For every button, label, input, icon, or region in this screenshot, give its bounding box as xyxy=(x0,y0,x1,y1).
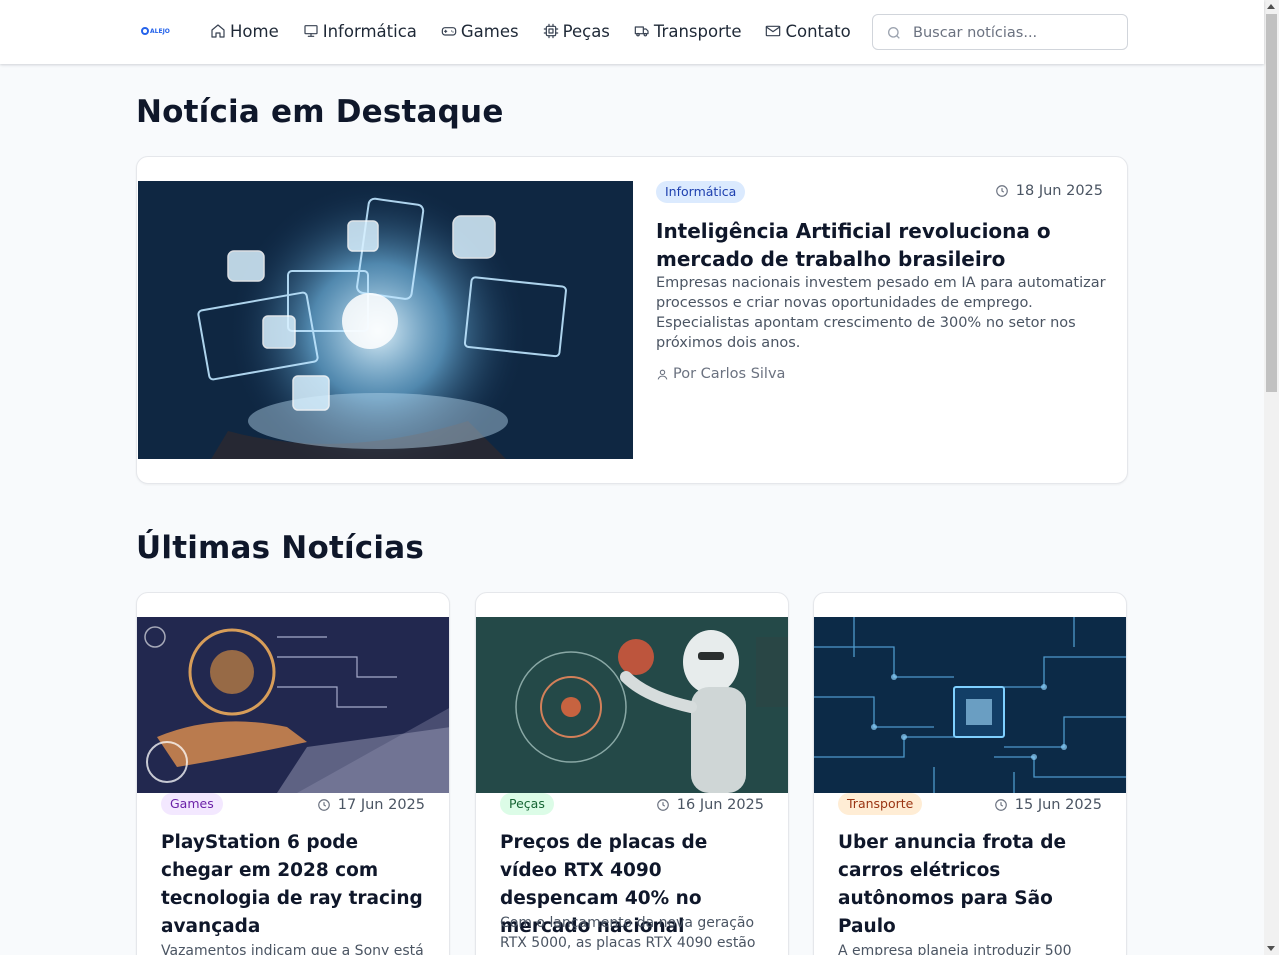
featured-news-card[interactable]: Informática 18 Jun 2025 Inteligência Art… xyxy=(136,156,1128,484)
nav-link-label: Home xyxy=(230,21,279,41)
monitor-icon xyxy=(304,25,318,37)
logo-text: ALEJO xyxy=(150,27,170,35)
news-date: 17 Jun 2025 xyxy=(317,797,425,813)
clock-icon xyxy=(656,799,669,811)
clock-icon xyxy=(995,185,1008,197)
featured-news-image[interactable] xyxy=(138,181,633,459)
news-date: 16 Jun 2025 xyxy=(656,797,764,813)
search-input[interactable] xyxy=(913,21,1119,45)
date-text: 18 Jun 2025 xyxy=(1015,183,1103,199)
search-icon xyxy=(888,27,900,39)
nav-link-label: Transporte xyxy=(653,21,742,41)
author-text: Por Carlos Silva xyxy=(673,366,786,382)
featured-excerpt: Empresas nacionais investem pesado em IA… xyxy=(656,275,1106,351)
scrollbar-thumb[interactable] xyxy=(1266,14,1277,392)
news-card-transporte[interactable]: Transporte 15 Jun 2025 Uber anuncia frot… xyxy=(813,592,1127,955)
latest-section-title: Últimas Notícias xyxy=(136,530,424,566)
gamepad-icon xyxy=(441,27,457,36)
news-excerpt: A empresa planeja introduzir 500 xyxy=(838,943,1072,955)
nav-link-informatica[interactable]: Informática xyxy=(303,20,417,42)
cpu-icon xyxy=(543,23,558,39)
ai-hand-illustration xyxy=(137,617,449,793)
date-text: 15 Jun 2025 xyxy=(1014,797,1102,813)
featured-section-title: Notícia em Destaque xyxy=(136,94,504,130)
featured-author: Por Carlos Silva xyxy=(656,366,785,382)
news-excerpt: Vazamentos indicam que a Sony está xyxy=(161,943,424,955)
main-nav: Home Informática Games Peças Transporte … xyxy=(210,20,851,42)
scroll-down-arrow-icon[interactable] xyxy=(1267,946,1275,951)
news-card-games[interactable]: Games 17 Jun 2025 PlayStation 6 pode che… xyxy=(136,592,450,955)
nav-link-contato[interactable]: Contato xyxy=(765,20,851,42)
logo-gear-icon xyxy=(141,27,149,35)
news-excerpt: Com o lançamento da nova geração RTX 500… xyxy=(500,915,756,951)
category-badge[interactable]: Games xyxy=(161,793,223,815)
category-badge[interactable]: Informática xyxy=(656,181,746,203)
clock-icon xyxy=(317,799,330,811)
search-box xyxy=(872,14,1128,50)
category-badge[interactable]: Transporte xyxy=(838,793,923,815)
nav-link-pecas[interactable]: Peças xyxy=(543,20,610,42)
nav-link-label: Contato xyxy=(785,21,851,41)
featured-illustration xyxy=(138,181,633,459)
site-logo[interactable]: ALEJO xyxy=(141,23,173,39)
date-text: 16 Jun 2025 xyxy=(676,797,764,813)
news-card-image[interactable] xyxy=(814,617,1126,793)
home-icon xyxy=(211,24,225,38)
clock-icon xyxy=(994,799,1007,811)
circuit-board-illustration xyxy=(814,617,1126,793)
top-navbar: ALEJO Home Informática Games Peças Trans… xyxy=(0,0,1264,64)
mail-icon xyxy=(766,25,781,37)
nav-link-label: Peças xyxy=(562,21,610,41)
truck-icon xyxy=(634,26,649,37)
news-card-pecas[interactable]: Peças 16 Jun 2025 Preços de placas de ví… xyxy=(475,592,789,955)
news-date: 15 Jun 2025 xyxy=(994,797,1102,813)
user-icon xyxy=(657,369,668,380)
featured-title[interactable]: Inteligência Artificial revoluciona o me… xyxy=(656,217,1096,273)
page-scrollbar[interactable] xyxy=(1264,0,1279,955)
featured-date: 18 Jun 2025 xyxy=(995,183,1103,199)
news-title[interactable]: Uber anuncia frota de carros elétricos a… xyxy=(838,829,1108,941)
nav-link-label: Games xyxy=(460,21,519,41)
date-text: 17 Jun 2025 xyxy=(337,797,425,813)
nav-link-transporte[interactable]: Transporte xyxy=(634,20,742,42)
scroll-up-arrow-icon[interactable] xyxy=(1267,4,1275,9)
news-card-image[interactable] xyxy=(137,617,449,793)
category-badge[interactable]: Peças xyxy=(500,793,554,815)
news-title[interactable]: PlayStation 6 pode chegar em 2028 com te… xyxy=(161,829,431,941)
nav-link-label: Informática xyxy=(322,21,417,41)
nav-link-games[interactable]: Games xyxy=(441,20,519,42)
robot-illustration xyxy=(476,617,788,793)
nav-link-home[interactable]: Home xyxy=(210,20,279,42)
news-card-image[interactable] xyxy=(476,617,788,793)
